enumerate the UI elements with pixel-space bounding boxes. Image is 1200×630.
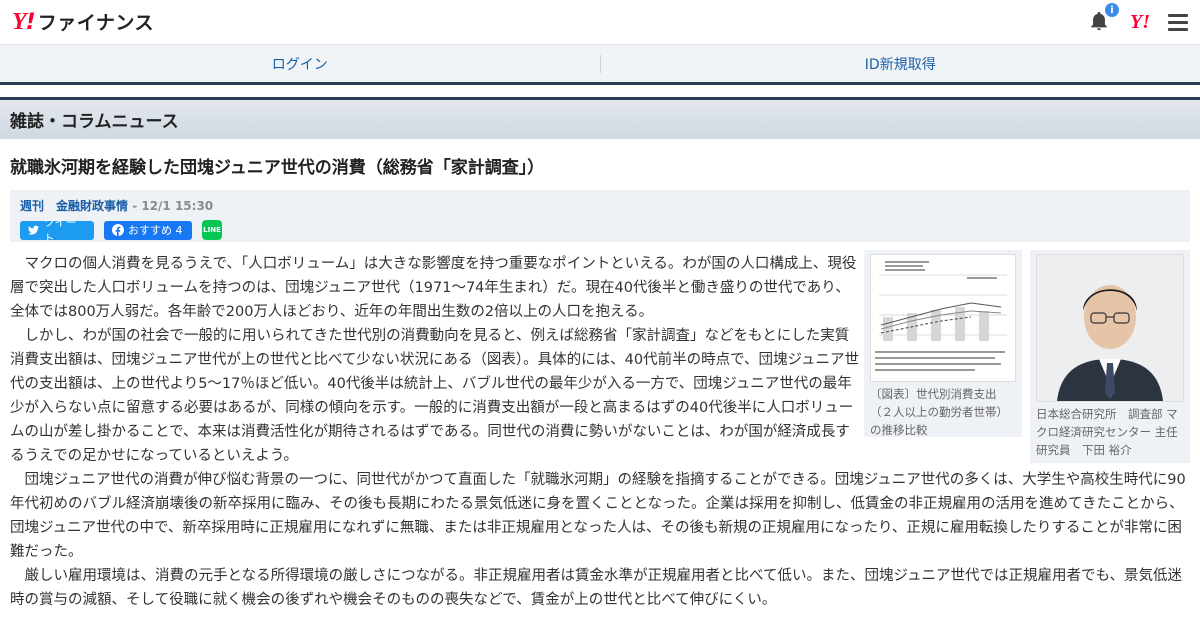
logo-exclamation: ! [25, 10, 36, 35]
author-caption: 日本総合研究所 調査部 マクロ経済研究センター 主任研究員 下田 裕介 [1036, 407, 1178, 457]
chart-thumbnail [870, 254, 1016, 382]
share-buttons: ツイート おすすめ 4 LINE [20, 216, 1180, 245]
logo-y: Y [12, 9, 27, 35]
site-header: Y ! ファイナンス i Y! [0, 0, 1200, 44]
line-icon: LINE [203, 226, 221, 234]
figure-caption: 〔図表〕世代別消費支出（２人以上の勤労者世帯）の推移比較 [870, 387, 1008, 437]
consumption-chart-image [871, 255, 1015, 381]
twitter-bird-icon [28, 225, 40, 235]
login-bar: ログイン ID新規取得 [0, 44, 1200, 82]
article-paragraph: マクロの個人消費を見るうえで、「人口ボリューム」は大きな影響度を持つ重要なポイン… [10, 256, 857, 320]
article-source[interactable]: 週刊 金融財政事情 [20, 199, 128, 213]
yahoo-top-icon[interactable]: Y! [1130, 11, 1150, 34]
article-paragraph: 団塊ジュニア世代の消費が伸び悩む背景の一つに、同世代がかつて直面した「就職氷河期… [10, 472, 1186, 560]
section-header: 雑誌・コラムニュース [0, 97, 1200, 139]
signup-link[interactable]: ID新規取得 [601, 54, 1200, 74]
yahoo-finance-logo[interactable]: Y ! ファイナンス [12, 8, 154, 36]
facebook-recommend-button[interactable]: おすすめ 4 [104, 220, 192, 240]
article-paragraph: 厳しい雇用環境は、消費の元手となる所得環境の厳しさにつながる。非正規雇用者は賃金… [10, 568, 1183, 608]
section-title: 雑誌・コラムニュース [10, 112, 179, 132]
tweet-button[interactable]: ツイート [20, 216, 94, 245]
logo-name: ファイナンス [37, 12, 154, 34]
line-share-button[interactable]: LINE [202, 220, 222, 240]
author-photo-figure[interactable]: 日本総合研究所 調査部 マクロ経済研究センター 主任研究員 下田 裕介 [1030, 250, 1190, 463]
chart-figure[interactable]: 〔図表〕世代別消費支出（２人以上の勤労者世帯）の推移比較 [864, 250, 1022, 437]
facebook-icon [112, 224, 124, 236]
author-portrait-image [1037, 255, 1183, 401]
author-photo [1036, 254, 1184, 402]
login-link[interactable]: ログイン [0, 54, 600, 74]
article-meta: 週刊 金融財政事情 - 12/1 15:30 ツイート おすすめ 4 LINE [10, 190, 1190, 245]
article-date: - 12/1 15:30 [128, 199, 214, 213]
article-title: 就職氷河期を経験した団塊ジュニア世代の消費（総務省「家計調査」） [10, 158, 545, 178]
article-paragraph: しかし、わが国の社会で一般的に用いられてきた世代別の消費動向を見ると、例えば総務… [10, 328, 860, 464]
article-body: 〔図表〕世代別消費支出（２人以上の勤労者世帯）の推移比較 日本総合研究所 調査部… [0, 242, 1200, 612]
hamburger-menu-icon[interactable] [1168, 13, 1188, 31]
recommend-label: おすすめ 4 [128, 224, 183, 237]
notification-button[interactable]: i [1088, 2, 1120, 34]
notification-badge: i [1104, 2, 1120, 18]
